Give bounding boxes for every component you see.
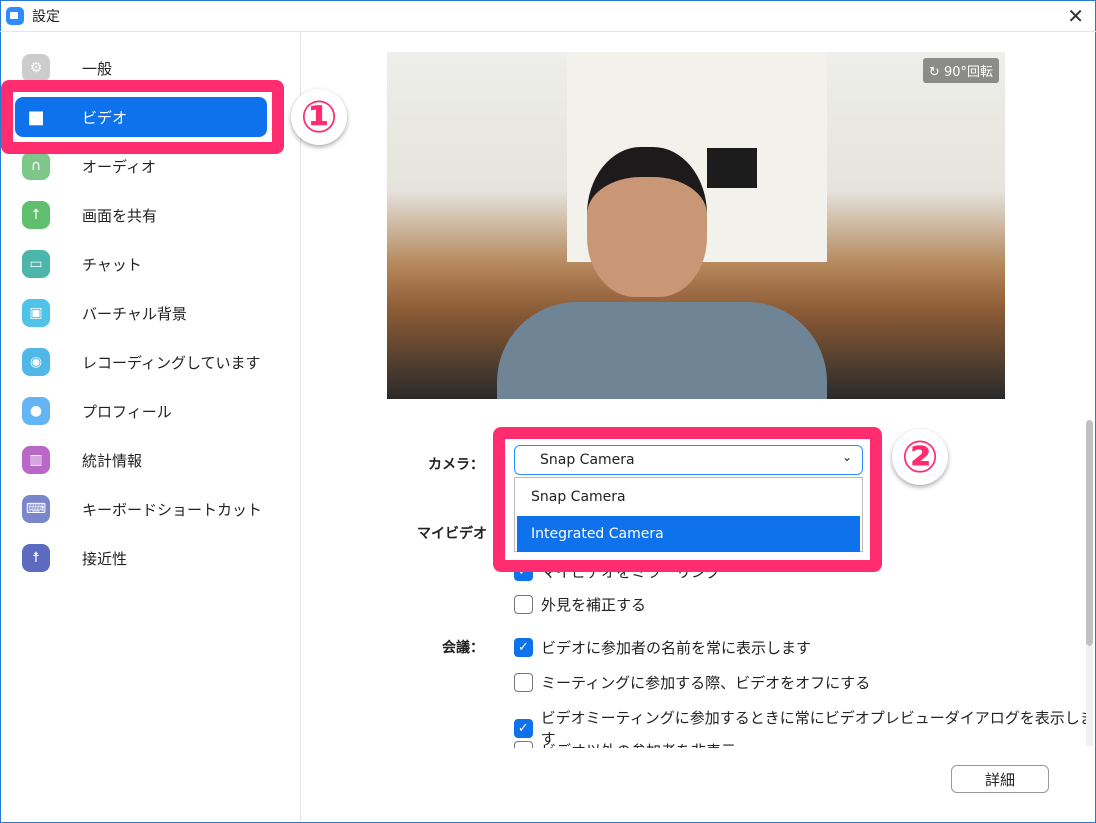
- window-title: 設定: [32, 8, 60, 25]
- sidebar-item-gear[interactable]: ⚙ 一般: [15, 48, 267, 88]
- accessibility-icon: ☨: [22, 544, 50, 572]
- check-icon: ✓: [514, 562, 533, 581]
- chevron-down-icon: ⌄: [841, 450, 852, 464]
- sidebar-item-chat[interactable]: ▭ チャット: [15, 244, 267, 284]
- keyboard-icon: ⌨: [22, 495, 50, 523]
- checkbox-label: マイビデオをミラーリング: [541, 563, 722, 581]
- annotation-badge-2: ②: [892, 429, 948, 485]
- sidebar-item-video-camera[interactable]: ■ ビデオ: [15, 97, 267, 137]
- rotate-90-button[interactable]: ↻ 90°回転: [922, 58, 999, 83]
- sidebar-item-recording[interactable]: ◉ レコーディングしています: [15, 342, 267, 382]
- close-button[interactable]: ✕: [1067, 4, 1084, 28]
- mirror-video-checkbox[interactable]: ✓ マイビデオをミラーリング: [514, 561, 721, 582]
- recording-icon: ◉: [22, 348, 50, 376]
- sidebar-item-profile[interactable]: ● プロフィール: [15, 391, 267, 431]
- my-video-label: マイビデオ: [417, 526, 487, 542]
- room-tv: [707, 148, 757, 188]
- sidebar-item-label: レコーディングしています: [82, 353, 261, 372]
- sidebar: ⚙ 一般 ■ ビデオ ∩ オーディオ ↑ 画面を共有 ▭ チャット ▣ バーチャル背景 ◉ レコーディング…: [1, 33, 301, 822]
- person-body: [497, 302, 827, 399]
- camera-option-integrated[interactable]: Integrated Camera: [517, 516, 860, 552]
- advanced-button[interactable]: 詳細: [951, 765, 1049, 793]
- always-show-names-checkbox[interactable]: ✓ ビデオに参加者の名前を常に表示します: [514, 637, 811, 658]
- camera-dropdown-list: Snap Camera Integrated Camera: [514, 477, 863, 552]
- sidebar-item-share-screen[interactable]: ↑ 画面を共有: [15, 195, 267, 235]
- video-camera-icon: ■: [27, 106, 45, 128]
- checkbox-box: [514, 673, 533, 692]
- virtual-background-icon: ▣: [22, 299, 50, 327]
- sidebar-item-accessibility[interactable]: ☨ 接近性: [15, 538, 267, 578]
- sidebar-item-headphones[interactable]: ∩ オーディオ: [15, 146, 267, 186]
- sidebar-item-virtual-background[interactable]: ▣ バーチャル背景: [15, 293, 267, 333]
- sidebar-item-label: プロフィール: [82, 402, 172, 421]
- checkbox-label: 外見を補正する: [541, 596, 647, 614]
- sidebar-item-keyboard[interactable]: ⌨ キーボードショートカット: [15, 489, 267, 529]
- sidebar-item-label: 接近性: [82, 549, 128, 568]
- sidebar-item-label: チャット: [82, 255, 142, 274]
- turn-off-video-on-join-checkbox[interactable]: ミーティングに参加する際、ビデオをオフにする: [514, 672, 870, 693]
- share-screen-icon: ↑: [22, 201, 50, 229]
- meeting-label: 会議：: [442, 640, 484, 656]
- chat-icon: ▭: [22, 250, 50, 278]
- camera-select[interactable]: Snap Camera ⌄: [514, 445, 863, 475]
- sidebar-item-label: ビデオ: [82, 108, 128, 127]
- camera-label: カメラ：: [428, 457, 484, 473]
- touch-up-appearance-checkbox[interactable]: 外見を補正する: [514, 594, 646, 615]
- scrollbar-thumb[interactable]: [1086, 420, 1093, 646]
- headphones-icon: ∩: [22, 152, 50, 180]
- sidebar-item-label: バーチャル背景: [82, 304, 187, 323]
- annotation-badge-1: ①: [291, 89, 347, 145]
- checkbox-label: ビデオに参加者の名前を常に表示します: [541, 639, 812, 657]
- check-icon: ✓: [514, 638, 533, 657]
- scrollbar-track[interactable]: [1086, 646, 1093, 746]
- checkbox-box: [514, 595, 533, 614]
- sidebar-item-label: キーボードショートカット: [82, 500, 263, 519]
- sidebar-item-label: 統計情報: [82, 451, 143, 470]
- checkbox-label: ミーティングに参加する際、ビデオをオフにする: [541, 674, 871, 692]
- sidebar-item-statistics[interactable]: ▥ 統計情報: [15, 440, 267, 480]
- camera-selected-value: Snap Camera: [540, 452, 635, 468]
- person-head: [587, 147, 707, 297]
- sidebar-item-label: オーディオ: [82, 157, 156, 176]
- sidebar-item-label: 一般: [82, 59, 113, 78]
- check-icon: ✓: [514, 718, 533, 738]
- gear-icon: ⚙: [22, 54, 50, 82]
- sidebar-item-label: 画面を共有: [82, 206, 158, 225]
- camera-option-snap[interactable]: Snap Camera: [517, 479, 860, 515]
- statistics-icon: ▥: [22, 446, 50, 474]
- title-bar: 設定 ✕: [0, 0, 1096, 32]
- video-preview: ↻ 90°回転: [387, 52, 1005, 399]
- zoom-app-icon: [6, 6, 24, 25]
- profile-icon: ●: [22, 397, 50, 425]
